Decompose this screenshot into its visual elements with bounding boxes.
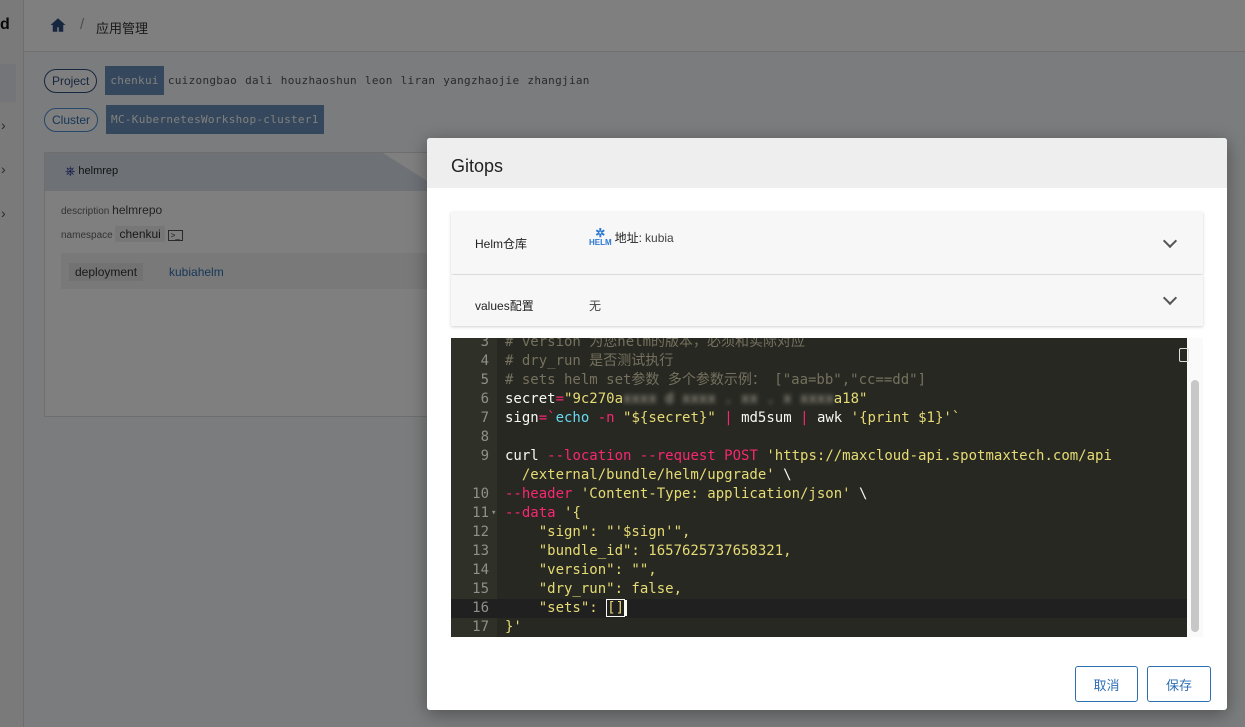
- helm-repo-label: Helm仓库: [475, 237, 528, 251]
- code-line: 14 "version": "",: [472, 562, 657, 578]
- scrollbar-thumb[interactable]: [1191, 380, 1199, 632]
- code-editor[interactable]: 3 # version 为您helm的版本，必须和实际对应 4 # dry_run …: [451, 338, 1203, 637]
- values-value: 无: [589, 299, 602, 313]
- code-line-active: 16 "sets": []: [451, 599, 1187, 618]
- text-cursor: [625, 600, 628, 616]
- fold-toggle-icon[interactable]: ▾: [491, 504, 496, 523]
- redacted-secret: xxxx d xxxx . xx . x xxxx: [623, 391, 834, 407]
- chevron-down-icon[interactable]: [1162, 290, 1178, 306]
- helm-logo-icon: ✲ HELM: [589, 226, 612, 247]
- address-label: 地址:: [614, 231, 643, 245]
- code-line: 11 ▾ --data '{: [472, 504, 581, 523]
- code-line: 17}': [472, 619, 522, 635]
- chevron-down-icon[interactable]: [1162, 233, 1178, 249]
- code-line: 8: [480, 429, 489, 445]
- code-line: 7 sign=`echo -n "${secret}" | md5sum | aw…: [480, 410, 961, 426]
- modal-title: Gitops: [427, 138, 1227, 188]
- address-value: kubia: [645, 230, 674, 245]
- values-accordion[interactable]: values配置 无: [451, 275, 1203, 326]
- values-label: values配置: [475, 299, 534, 313]
- cancel-button[interactable]: 取消: [1075, 666, 1138, 702]
- code-line: 13 "bundle_id": 1657625737658321,: [472, 543, 792, 559]
- code-line: 10 --header 'Content-Type: application/js…: [472, 486, 868, 502]
- code-line: 15 "dry_run": false,: [472, 581, 683, 597]
- copy-icon[interactable]: [1179, 348, 1189, 362]
- code-line: 9 curl --location --request POST 'https:/…: [480, 448, 1112, 464]
- code-line: 12 "sign": "'$sign'",: [472, 524, 691, 540]
- code-line: 6 secret="9c270axxxx d xxxx . xx . x xxxx…: [480, 391, 868, 407]
- code-line: 4 # dry_run 是否测试执行: [480, 353, 674, 369]
- save-button[interactable]: 保存: [1147, 666, 1211, 702]
- code-line: 3 # version 为您helm的版本，必须和实际对应: [480, 338, 806, 350]
- gitops-modal: Gitops Helm仓库 ✲ HELM 地址: kubia values配置 无…: [427, 138, 1227, 710]
- code-line: /external/bundle/helm/upgrade' \: [505, 467, 792, 483]
- code-line: 5 # sets helm set参数 多个参数示例： ["aa=bb","cc=…: [480, 372, 927, 388]
- helm-repo-accordion[interactable]: Helm仓库 ✲ HELM 地址: kubia: [451, 212, 1203, 274]
- helm-repo-value: ✲ HELM 地址: kubia: [589, 226, 674, 247]
